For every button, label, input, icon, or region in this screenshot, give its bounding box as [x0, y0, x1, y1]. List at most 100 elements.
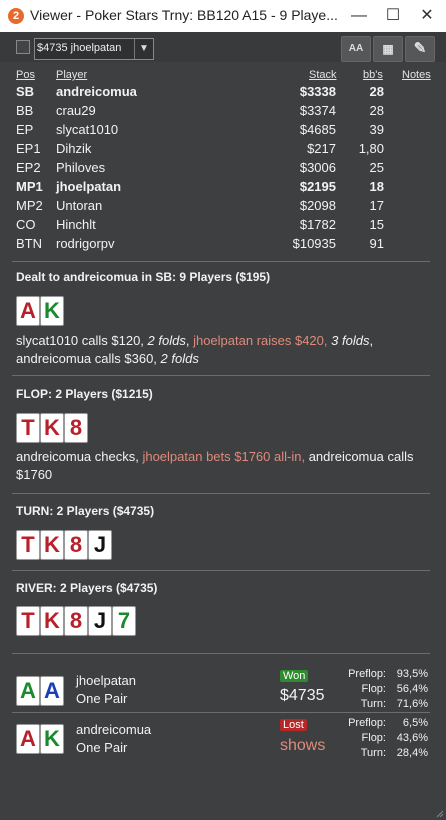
player-name: jhoelpatan [56, 179, 122, 194]
playing-card: 8 [64, 606, 88, 636]
divider [12, 712, 430, 713]
minimize-button[interactable]: — [342, 0, 376, 32]
playing-card: T [16, 530, 40, 560]
winner-name: jhoelpatan [76, 673, 136, 688]
player-position: MP2 [16, 198, 43, 213]
divider [12, 261, 430, 262]
player-position: CO [16, 217, 36, 232]
player-name: Untoran [56, 198, 103, 213]
table-row[interactable]: EP slycat1010 $4685 39 [16, 122, 416, 141]
grid-icon[interactable]: ▦ [373, 36, 403, 62]
player-bbs: 28 [369, 84, 384, 99]
playing-card: T [16, 606, 40, 636]
playing-card: J [88, 530, 112, 560]
player-stack: $3006 [299, 160, 336, 175]
winner-stat-value: 71,6% [396, 698, 428, 710]
header-pos: Pos [16, 69, 35, 81]
font-size-button[interactable]: AA [341, 36, 371, 62]
playing-card: 8 [64, 530, 88, 560]
player-name: crau29 [56, 103, 96, 118]
player-bbs: 15 [369, 217, 384, 232]
player-stack: $3374 [299, 103, 336, 118]
winner-stat-value: 93,5% [396, 668, 428, 680]
edit-icon[interactable]: ✎ [405, 36, 435, 62]
chevron-down-icon[interactable]: ▼ [134, 39, 153, 59]
player-selector-value: $4735 jhoelpatan [37, 42, 122, 54]
loser-stat-value: 43,6% [396, 732, 428, 744]
player-name: Dihzik [56, 141, 92, 156]
winner-hand: One Pair [76, 691, 128, 706]
playing-card: A [16, 676, 40, 706]
player-position: SB [16, 84, 35, 99]
table-row[interactable]: BB crau29 $3374 28 [16, 103, 416, 122]
player-position: MP1 [16, 179, 43, 194]
loser-stat-value: 28,4% [396, 747, 428, 759]
player-position: BB [16, 103, 34, 118]
player-stack: $3338 [299, 84, 336, 99]
winner-stat-label: Preflop: [348, 668, 386, 680]
header-notes[interactable]: Notes [402, 69, 431, 81]
preflop-actions: slycat1010 calls $120, 2 folds, jhoelpat… [16, 333, 374, 366]
player-selector-dropdown[interactable]: $4735 jhoelpatan ▼ [34, 38, 154, 60]
player-bbs: 28 [369, 103, 384, 118]
player-name: Philoves [56, 160, 106, 175]
divider [12, 375, 430, 376]
player-position: EP2 [16, 160, 41, 175]
lost-badge: Lost [280, 719, 307, 731]
won-badge: Won [280, 670, 309, 682]
player-stack: $10935 [292, 236, 336, 251]
header-player: Player [56, 69, 88, 81]
playing-card: A [40, 676, 64, 706]
divider [12, 493, 430, 494]
title-bar: 2 Viewer - Poker Stars Trny: BB120 A15 -… [0, 0, 446, 32]
maximize-button[interactable]: ☐ [376, 0, 410, 32]
winner-amount: $4735 [280, 687, 325, 704]
select-checkbox[interactable] [16, 40, 30, 54]
winner-stat-value: 56,4% [396, 683, 428, 695]
player-position: EP1 [16, 141, 41, 156]
river-heading: RIVER: 2 Players ($4735) [16, 581, 158, 595]
player-bbs: 25 [369, 160, 384, 175]
player-name: slycat1010 [56, 122, 119, 137]
player-name: rodrigorpv [56, 236, 115, 251]
table-row[interactable]: MP1 jhoelpatan $2195 18 [16, 179, 416, 198]
turn-heading: TURN: 2 Players ($4735) [16, 504, 155, 518]
playing-card: 7 [112, 606, 136, 636]
loser-stat-label: Preflop: [348, 717, 386, 729]
playing-card: K [40, 296, 64, 326]
playing-card: A [16, 296, 40, 326]
player-stack: $217 [307, 141, 336, 156]
playing-card: 8 [64, 413, 88, 443]
playing-card: K [40, 606, 64, 636]
resize-grip-icon[interactable] [434, 808, 444, 818]
header-stack: Stack [309, 69, 337, 81]
table-row[interactable]: CO Hinchlt $1782 15 [16, 217, 416, 236]
flop-actions: andreicomua checks, jhoelpatan bets $176… [16, 449, 414, 482]
close-button[interactable]: ✕ [410, 0, 444, 32]
player-position: BTN [16, 236, 42, 251]
player-stack: $4685 [299, 122, 336, 137]
player-bbs: 91 [369, 236, 384, 251]
playing-card: J [88, 606, 112, 636]
playing-card: T [16, 413, 40, 443]
player-stack: $1782 [299, 217, 336, 232]
playing-card: K [40, 413, 64, 443]
winner-stat-label: Turn: [360, 698, 386, 710]
winner-stat-label: Flop: [361, 683, 386, 695]
table-row[interactable]: MP2 Untoran $2098 17 [16, 198, 416, 217]
preflop-heading: Dealt to andreicomua in SB: 9 Players ($… [16, 270, 271, 284]
table-row[interactable]: BTN rodrigorpv $10935 91 [16, 236, 416, 255]
playing-card: K [40, 530, 64, 560]
table-row[interactable]: SB andreicomua $3338 28 [16, 84, 416, 103]
loser-stat-value: 6,5% [402, 717, 428, 729]
player-name: Hinchlt [56, 217, 96, 232]
table-row[interactable]: EP1 Dihzik $217 1,80 [16, 141, 416, 160]
loser-stat-label: Flop: [361, 732, 386, 744]
loser-stat-label: Turn: [360, 747, 386, 759]
player-stack: $2098 [299, 198, 336, 213]
player-position: EP [16, 122, 34, 137]
playing-card: K [40, 724, 64, 754]
player-bbs: 18 [369, 179, 384, 194]
table-row[interactable]: EP2 Philoves $3006 25 [16, 160, 416, 179]
divider [12, 570, 430, 571]
